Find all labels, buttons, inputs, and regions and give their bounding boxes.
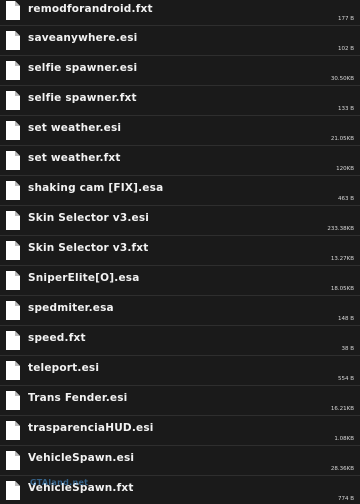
file-row-9[interactable]: SniperElite[O].esa 18.05KB [0,266,360,296]
file-size: 13.27KB [330,256,354,262]
file-row-11[interactable]: speed.fxt 38 B [0,326,360,356]
file-row-6[interactable]: shaking cam [FIX].esa 463 B [0,176,360,206]
file-row-13[interactable]: Trans Fender.esi 16.21KB [0,386,360,416]
watermark: GTAland.net [30,478,89,487]
file-name: Skin Selector v3.esi [28,212,150,224]
file-size: 102 B [337,46,354,52]
file-row-5[interactable]: set weather.fxt 120KB [0,146,360,176]
file-icon [6,361,20,380]
file-row-12[interactable]: teleport.esi 554 B [0,356,360,386]
file-name: selfie spawner.fxt [28,92,137,104]
file-name: set weather.esi [28,122,122,134]
file-icon [6,271,20,290]
file-size: 133 B [337,106,354,112]
file-icon [6,61,20,80]
file-size: 1.08KB [334,436,354,442]
file-size: 38 B [341,346,354,352]
file-size: 28.36KB [330,466,354,472]
file-size: 21.05KB [330,136,354,142]
file-name: Trans Fender.esi [28,392,128,404]
file-list: remodforandroid.fxt 177 B saveanywhere.e… [0,0,360,504]
file-size: 120KB [336,166,354,172]
file-row-0[interactable]: remodforandroid.fxt 177 B [0,0,360,26]
file-name: VehicleSpawn.esi [28,452,135,464]
file-name: remodforandroid.fxt [28,3,153,15]
file-row-2[interactable]: selfie spawner.esi 30.50KB [0,56,360,86]
file-icon [6,31,20,50]
file-row-4[interactable]: set weather.esi 21.05KB [0,116,360,146]
file-name: SniperElite[O].esa [28,272,140,284]
file-icon [6,391,20,410]
file-size: 554 B [337,376,354,382]
file-row-3[interactable]: selfie spawner.fxt 133 B [0,86,360,116]
file-icon [6,241,20,260]
file-name: shaking cam [FIX].esa [28,182,164,194]
file-row-14[interactable]: trasparenciaHUD.esi 1.08KB [0,416,360,446]
file-name: speed.fxt [28,332,86,344]
file-size: 233.38KB [327,226,354,232]
file-name: teleport.esi [28,362,100,374]
file-icon [6,331,20,350]
file-size: 463 B [337,196,354,202]
file-icon [6,181,20,200]
file-row-15[interactable]: VehicleSpawn.esi 28.36KB [0,446,360,476]
file-icon [6,421,20,440]
file-row-7[interactable]: Skin Selector v3.esi 233.38KB [0,206,360,236]
file-name: set weather.fxt [28,152,121,164]
file-icon [6,451,20,470]
file-name: selfie spawner.esi [28,62,138,74]
file-icon [6,151,20,170]
file-icon [6,481,20,500]
file-size: 16.21KB [330,406,354,412]
file-size: 30.50KB [330,76,354,82]
file-name: Skin Selector v3.fxt [28,242,149,254]
file-icon [6,91,20,110]
file-icon [6,121,20,140]
file-size: 18.05KB [330,286,354,292]
file-icon [6,211,20,230]
file-icon [6,301,20,320]
file-row-1[interactable]: saveanywhere.esi 102 B [0,26,360,56]
file-name: saveanywhere.esi [28,32,138,44]
file-row-8[interactable]: Skin Selector v3.fxt 13.27KB [0,236,360,266]
file-size: 148 B [337,316,354,322]
file-name: spedmiter.esa [28,302,114,314]
file-name: trasparenciaHUD.esi [28,422,154,434]
file-row-10[interactable]: spedmiter.esa 148 B [0,296,360,326]
file-size: 177 B [337,16,354,22]
file-size: 774 B [337,496,354,502]
file-icon [6,1,20,20]
